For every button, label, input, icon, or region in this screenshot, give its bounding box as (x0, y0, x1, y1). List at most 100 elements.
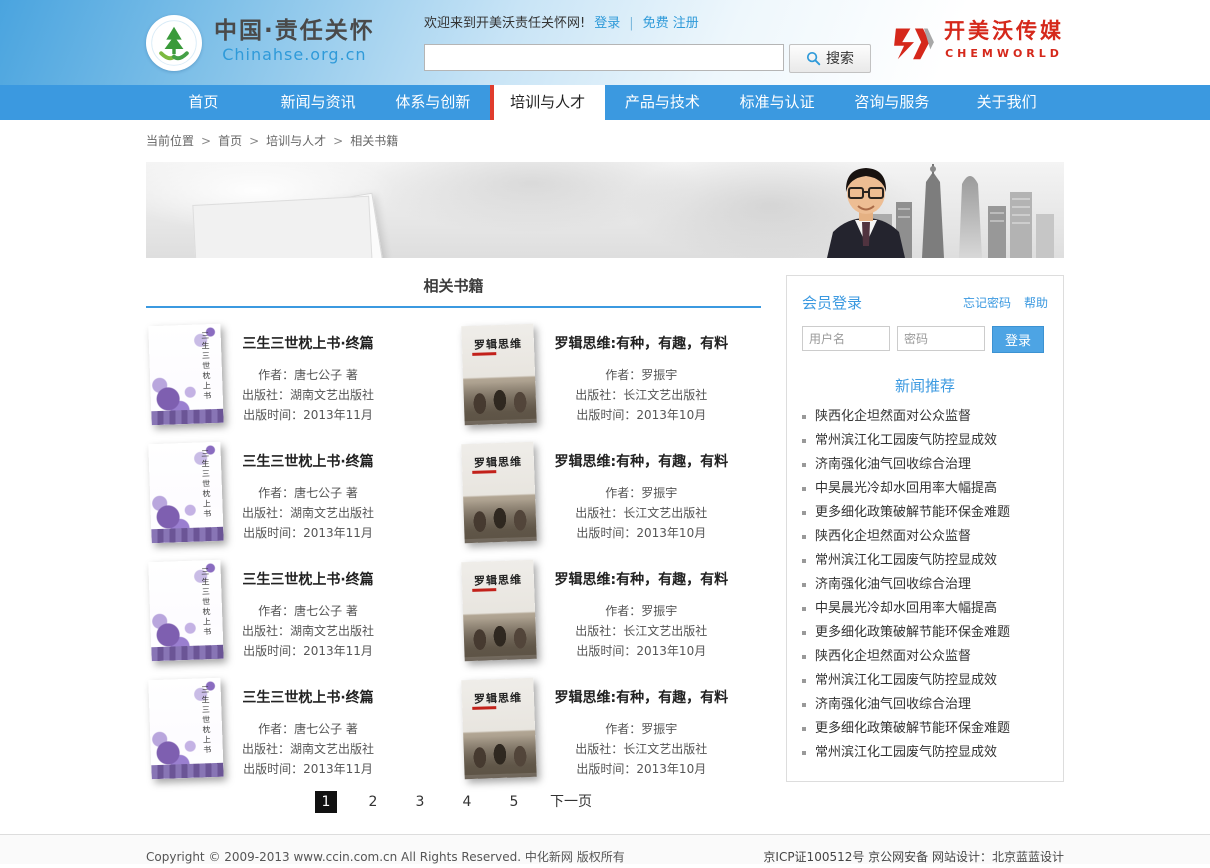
book-author: 作者：唐七公子 著 (242, 601, 374, 621)
book-list-item[interactable]: 三生三世枕上书 三生三世枕上书·终篇 作者：唐七公子 著 出版社：湖南文艺出版社… (146, 325, 449, 425)
news-list-item[interactable]: 常州滨江化工园废气防控显成效 (802, 429, 1048, 453)
bullet-icon (802, 655, 806, 659)
book-list-item[interactable]: 罗辑思维 罗辑思维:有种，有趣，有料 作者：罗振宇 出版社：长江文艺出版社 出版… (459, 443, 762, 543)
nav-item-label: 首页 (188, 93, 218, 111)
news-list-item[interactable]: 更多细化政策破解节能环保金难题 (802, 717, 1048, 741)
book-title[interactable]: 三生三世枕上书·终篇 (242, 333, 374, 355)
book-cover-title: 罗辑思维 (461, 569, 534, 593)
breadcrumb-separator: > (201, 130, 211, 152)
news-list-item[interactable]: 常州滨江化工园废气防控显成效 (802, 741, 1048, 765)
pagination-page[interactable]: 4 (456, 791, 478, 813)
search-button[interactable]: 搜索 (789, 44, 871, 73)
book-title[interactable]: 罗辑思维:有种，有趣，有料 (555, 451, 729, 473)
book-title[interactable]: 罗辑思维:有种，有趣，有料 (555, 687, 729, 709)
help-link[interactable]: 帮助 (1024, 292, 1048, 314)
breadcrumb-item[interactable]: 培训与人才 (266, 130, 326, 152)
bullet-icon (802, 703, 806, 707)
username-input[interactable] (802, 326, 890, 351)
forgot-password-link[interactable]: 忘记密码 (963, 292, 1011, 314)
book-cover-image: 三生三世枕上书 (148, 442, 223, 543)
book-list-item[interactable]: 罗辑思维 罗辑思维:有种，有趣，有料 作者：罗振宇 出版社：长江文艺出版社 出版… (459, 325, 762, 425)
pagination-page[interactable]: 2 (362, 791, 384, 813)
brand-name-cn: 开美沃传媒 (944, 20, 1064, 42)
book-author: 作者：罗振宇 (555, 483, 729, 503)
news-list-item[interactable]: 济南强化油气回收综合治理 (802, 453, 1048, 477)
nav-item[interactable]: 产品与技术 (605, 85, 720, 120)
nav-item[interactable]: 体系与创新 (376, 85, 491, 120)
site-logo[interactable]: 中国·责任关怀 Chinahse.org.cn (146, 15, 414, 71)
breadcrumb-label: 当前位置 (146, 130, 194, 152)
pagination-page[interactable]: 3 (409, 791, 431, 813)
news-item-text: 常州滨江化工园废气防控显成效 (815, 669, 997, 693)
search-button-label: 搜索 (826, 48, 854, 68)
pagination-next[interactable]: 下一页 (550, 791, 592, 813)
book-title[interactable]: 罗辑思维:有种，有趣，有料 (555, 569, 729, 591)
chemworld-brand: 开美沃传媒 CHEMWORLD (893, 20, 1064, 65)
nav-item[interactable]: 培训与人才 (490, 85, 605, 120)
book-title[interactable]: 三生三世枕上书·终篇 (242, 569, 374, 591)
news-item-text: 常州滨江化工园废气防控显成效 (815, 741, 997, 765)
nav-item[interactable]: 关于我们 (949, 85, 1064, 120)
news-list-item[interactable]: 更多细化政策破解节能环保金难题 (802, 621, 1048, 645)
pagination-page[interactable]: 5 (503, 791, 525, 813)
bullet-icon (802, 511, 806, 515)
page: 中国·责任关怀 Chinahse.org.cn 欢迎来到开美沃责任关怀网! 登录… (0, 0, 1210, 22)
book-list-item[interactable]: 三生三世枕上书 三生三世枕上书·终篇 作者：唐七公子 著 出版社：湖南文艺出版社… (146, 443, 449, 543)
bullet-icon (802, 631, 806, 635)
book-cover-title: 罗辑思维 (461, 333, 534, 357)
book-publish-date: 出版时间：2013年11月 (242, 759, 374, 779)
tree-hands-logo-icon (146, 15, 202, 71)
news-list-item[interactable]: 更多细化政策破解节能环保金难题 (802, 501, 1048, 525)
book-publisher: 出版社：湖南文艺出版社 (242, 503, 374, 523)
news-item-text: 更多细化政策破解节能环保金难题 (815, 501, 1010, 525)
book-list-item[interactable]: 三生三世枕上书 三生三世枕上书·终篇 作者：唐七公子 著 出版社：湖南文艺出版社… (146, 679, 449, 779)
news-list: 陕西化企坦然面对公众监督常州滨江化工园废气防控显成效济南强化油气回收综合治理中昊… (802, 405, 1048, 765)
book-author: 作者：唐七公子 著 (242, 719, 374, 739)
sidebar: 会员登录 忘记密码 帮助 登录 新闻推荐 陕西化企坦然面对公众监督常州滨江化工园… (786, 275, 1064, 782)
news-list-item[interactable]: 济南强化油气回收综合治理 (802, 693, 1048, 717)
nav-item[interactable]: 新闻与资讯 (261, 85, 376, 120)
login-button[interactable]: 登录 (992, 326, 1044, 353)
book-cover-title: 三生三世枕上书 (194, 449, 218, 520)
book-publisher: 出版社：湖南文艺出版社 (242, 621, 374, 641)
news-list-item[interactable]: 中昊晨光冷却水回用率大幅提高 (802, 597, 1048, 621)
book-cover-image: 三生三世枕上书 (148, 678, 223, 779)
password-input[interactable] (897, 326, 985, 351)
book-cover-title: 三生三世枕上书 (194, 331, 218, 402)
bullet-icon (802, 607, 806, 611)
nav-item-label: 咨询与服务 (854, 93, 929, 111)
login-link[interactable]: 登录 (594, 13, 620, 35)
book-list-item[interactable]: 罗辑思维 罗辑思维:有种，有趣，有料 作者：罗振宇 出版社：长江文艺出版社 出版… (459, 679, 762, 779)
pagination-page[interactable]: 1 (315, 791, 337, 813)
banner-image (146, 162, 1064, 258)
nav-item[interactable]: 首页 (146, 85, 261, 120)
news-list-item[interactable]: 中昊晨光冷却水回用率大幅提高 (802, 477, 1048, 501)
bullet-icon (802, 583, 806, 587)
news-list-item[interactable]: 常州滨江化工园废气防控显成效 (802, 669, 1048, 693)
member-login-title: 会员登录 (802, 292, 862, 314)
news-list-item[interactable]: 济南强化油气回收综合治理 (802, 573, 1048, 597)
book-publish-date: 出版时间：2013年11月 (242, 405, 374, 425)
news-item-text: 常州滨江化工园废气防控显成效 (815, 549, 997, 573)
book-title[interactable]: 三生三世枕上书·终篇 (242, 451, 374, 473)
book-title[interactable]: 三生三世枕上书·终篇 (242, 687, 374, 709)
news-list-item[interactable]: 陕西化企坦然面对公众监督 (802, 405, 1048, 429)
breadcrumb-item[interactable]: 首页 (218, 130, 242, 152)
register-link[interactable]: 免费 注册 (643, 13, 699, 35)
bullet-icon (802, 415, 806, 419)
news-list-item[interactable]: 陕西化企坦然面对公众监督 (802, 645, 1048, 669)
nav-item[interactable]: 咨询与服务 (835, 85, 950, 120)
news-list-item[interactable]: 常州滨江化工园废气防控显成效 (802, 549, 1048, 573)
breadcrumb-item: 相关书籍 (350, 130, 398, 152)
book-title[interactable]: 罗辑思维:有种，有趣，有料 (555, 333, 729, 355)
book-list-item[interactable]: 三生三世枕上书 三生三世枕上书·终篇 作者：唐七公子 著 出版社：湖南文艺出版社… (146, 561, 449, 661)
banner-person-photo (809, 166, 924, 258)
nav-item-label: 产品与技术 (625, 93, 700, 111)
news-list-item[interactable]: 陕西化企坦然面对公众监督 (802, 525, 1048, 549)
site-header: 中国·责任关怀 Chinahse.org.cn 欢迎来到开美沃责任关怀网! 登录… (0, 0, 1210, 85)
copyright-text: Copyright © 2009-2013 www.ccin.com.cn Al… (146, 846, 625, 868)
nav-item[interactable]: 标准与认证 (720, 85, 835, 120)
search-input[interactable] (424, 44, 784, 71)
welcome-text: 欢迎来到开美沃责任关怀网! (424, 13, 585, 35)
book-list-item[interactable]: 罗辑思维 罗辑思维:有种，有趣，有料 作者：罗振宇 出版社：长江文艺出版社 出版… (459, 561, 762, 661)
